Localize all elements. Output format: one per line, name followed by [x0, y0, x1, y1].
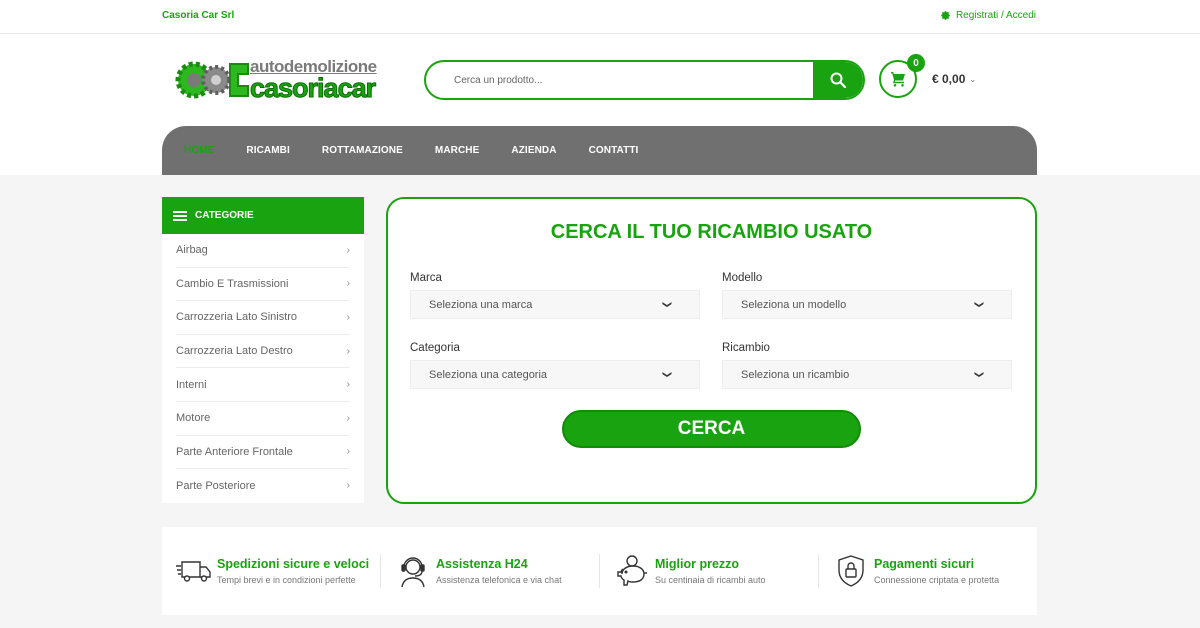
account-link-label[interactable]: Registrati / Accedi: [956, 10, 1036, 21]
part-finder-panel: CERCA IL TUO RICAMBIO USATO Marca Selezi…: [386, 197, 1037, 504]
sidebar-item-motore[interactable]: Motore ›: [176, 402, 350, 436]
chevron-right-icon: ›: [346, 379, 350, 391]
categoria-select-value: Seleziona una categoria: [429, 368, 548, 381]
sidebar-item-interni[interactable]: Interni ›: [176, 368, 350, 402]
sidebar-item-label: Airbag: [176, 244, 208, 257]
sidebar-item-label: Cambio E Trasmissioni: [176, 277, 289, 290]
site-logo[interactable]: autodemolizione casoriacar: [174, 56, 377, 104]
feature-title: Miglior prezzo: [655, 557, 740, 571]
ricambio-label: Ricambio: [722, 342, 770, 354]
feature-title: Assistenza H24: [436, 557, 528, 571]
feature-subtitle: Assistenza telefonica e via chat: [436, 575, 562, 585]
chevron-down-icon: ❯: [662, 370, 673, 379]
search-bar: [424, 60, 865, 100]
truck-icon: [174, 553, 214, 589]
nav-item-rottamazione[interactable]: ROTTAMAZIONE: [322, 145, 403, 156]
marca-label: Marca: [410, 272, 442, 284]
chevron-right-icon: ›: [346, 244, 350, 256]
sidebar-item-carrozzeria-sinistro[interactable]: Carrozzeria Lato Sinistro ›: [176, 301, 350, 335]
sidebar-title: CATEGORIE: [195, 210, 254, 221]
feature-title: Spedizioni sicure e veloci: [217, 557, 370, 571]
modello-label: Modello: [722, 272, 763, 284]
menu-icon: [173, 210, 187, 221]
cerca-button[interactable]: CERCA: [562, 410, 861, 448]
categoria-select[interactable]: Seleziona una categoria ❯: [410, 360, 700, 389]
search-input[interactable]: [426, 62, 816, 98]
categoria-field: Categoria Seleziona una categoria ❯: [410, 342, 700, 389]
chevron-down-icon: ❯: [974, 300, 985, 309]
sidebar-header[interactable]: CATEGORIE: [162, 197, 364, 234]
company-name: Casoria Car Srl: [162, 10, 235, 21]
nav-item-home[interactable]: HOME: [184, 145, 214, 156]
gear-icon: [941, 11, 950, 20]
cart-count-badge: 0: [907, 54, 925, 72]
feature-title: Pagamenti sicuri: [874, 557, 975, 571]
sidebar-item-anteriore[interactable]: Parte Anteriore Frontale ›: [176, 436, 350, 470]
ricambio-select[interactable]: Seleziona un ricambio ❯: [722, 360, 1012, 389]
sidebar-item-label: Carrozzeria Lato Sinistro: [176, 311, 298, 324]
chevron-down-icon: ⌄: [969, 74, 977, 84]
categoria-label: Categoria: [410, 342, 460, 354]
chevron-right-icon: ›: [346, 480, 350, 492]
marca-select-value: Seleziona una marca: [429, 298, 533, 311]
header: autodemolizione casoriacar 0 € 0,00 ⌄ HO…: [0, 34, 1200, 175]
modello-select[interactable]: Seleziona un modello ❯: [722, 290, 1012, 319]
sidebar-item-carrozzeria-destro[interactable]: Carrozzeria Lato Destro ›: [176, 335, 350, 369]
feature-subtitle: Connessione criptata e protetta: [874, 575, 1000, 585]
sidebar-item-label: Motore: [176, 412, 211, 425]
sidebar-item-label: Interni: [176, 378, 207, 391]
shield-lock-icon: [831, 553, 871, 589]
nav-item-azienda[interactable]: AZIENDA: [511, 145, 556, 156]
search-button[interactable]: [813, 62, 863, 98]
features-strip: Spedizioni sicure e veloci Tempi brevi e…: [162, 527, 1037, 615]
nav-item-ricambi[interactable]: RICAMBI: [246, 145, 289, 156]
part-finder-title: CERCA IL TUO RICAMBIO USATO: [550, 221, 873, 243]
sidebar-item-posteriore[interactable]: Parte Posteriore ›: [176, 469, 350, 503]
ricambio-select-value: Seleziona un ricambio: [741, 368, 850, 381]
piggy-bank-icon: [612, 553, 652, 589]
feature-subtitle: Su centinaia di ricambi auto: [655, 575, 766, 585]
feature-item: Spedizioni sicure e veloci Tempi brevi e…: [162, 554, 380, 588]
chevron-right-icon: ›: [346, 278, 350, 290]
sidebar-item-airbag[interactable]: Airbag ›: [176, 234, 350, 268]
sidebar-item-label: Parte Anteriore Frontale: [176, 445, 293, 458]
sidebar-item-cambio[interactable]: Cambio E Trasmissioni ›: [176, 268, 350, 302]
top-bar: Casoria Car Srl Registrati / Accedi: [0, 0, 1200, 34]
headset-icon: [393, 553, 433, 589]
marca-select[interactable]: Seleziona una marca ❯: [410, 290, 700, 319]
nav-item-contatti[interactable]: CONTATTI: [589, 145, 639, 156]
modello-field: Modello Seleziona un modello ❯: [722, 272, 1012, 319]
feature-subtitle: Tempi brevi e in condizioni perfette: [217, 575, 356, 585]
feature-item: Assistenza H24 Assistenza telefonica e v…: [380, 554, 599, 588]
chevron-right-icon: ›: [346, 311, 350, 323]
chevron-right-icon: ›: [346, 412, 350, 424]
search-icon: [830, 72, 846, 88]
chevron-right-icon: ›: [346, 446, 350, 458]
cart-button[interactable]: 0: [879, 54, 925, 98]
logo-emblem-icon: [175, 61, 249, 99]
cart-total[interactable]: € 0,00 ⌄: [932, 72, 976, 86]
sidebar-item-label: Carrozzeria Lato Destro: [176, 345, 293, 358]
sidebar-item-label: Parte Posteriore: [176, 479, 256, 492]
cart-total-value: € 0,00: [932, 72, 966, 86]
account-link[interactable]: Registrati / Accedi: [940, 10, 1036, 21]
chevron-right-icon: ›: [346, 345, 350, 357]
chevron-down-icon: ❯: [974, 370, 985, 379]
main-nav: HOME RICAMBI ROTTAMAZIONE MARCHE AZIENDA…: [162, 126, 1037, 175]
feature-item: Pagamenti sicuri Connessione criptata e …: [818, 554, 1037, 588]
nav-item-marche[interactable]: MARCHE: [435, 145, 480, 156]
modello-select-value: Seleziona un modello: [741, 298, 847, 311]
chevron-down-icon: ❯: [662, 300, 673, 309]
feature-item: Miglior prezzo Su centinaia di ricambi a…: [599, 554, 818, 588]
cart-icon: [891, 72, 905, 87]
logo-line-2: casoriacar: [250, 73, 377, 103]
category-sidebar: CATEGORIE Airbag › Cambio E Trasmissioni ›…: [162, 197, 364, 503]
ricambio-field: Ricambio Seleziona un ricambio ❯: [722, 342, 1012, 389]
marca-field: Marca Seleziona una marca ❯: [410, 272, 700, 319]
